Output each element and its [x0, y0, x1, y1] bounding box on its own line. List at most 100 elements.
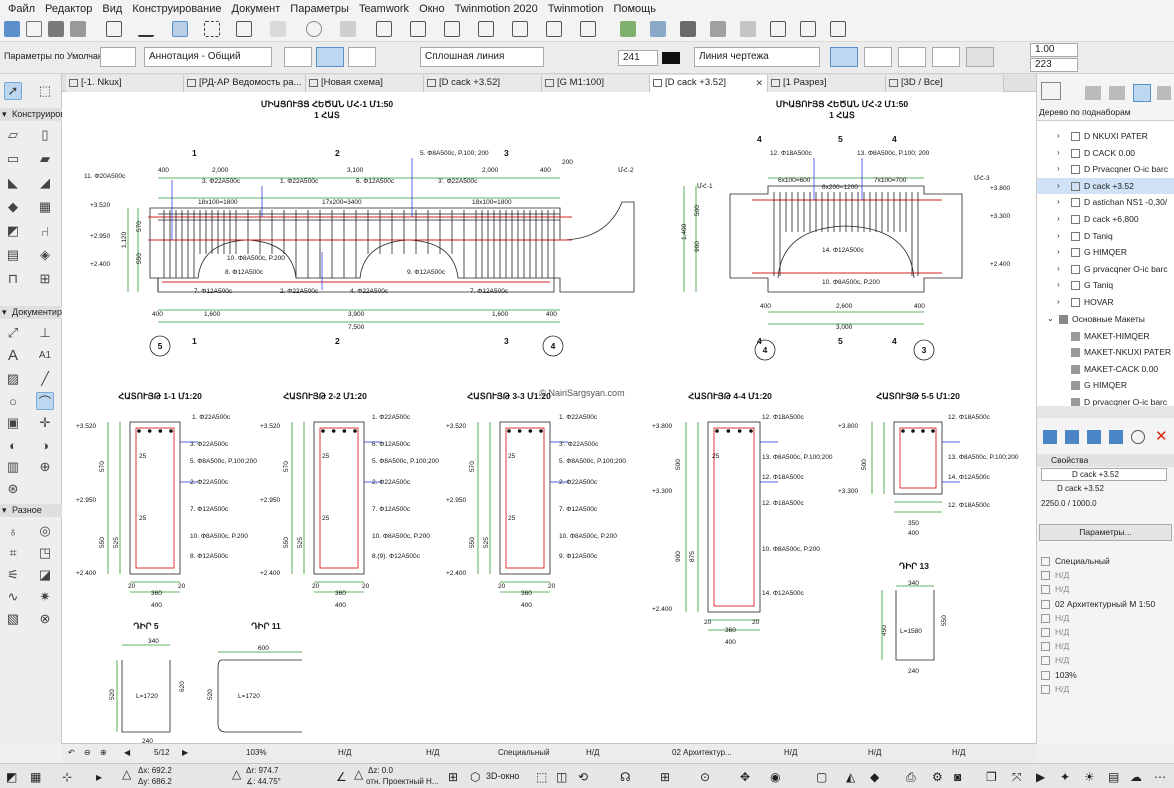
pen-set-status[interactable]: Н/Д: [586, 748, 599, 757]
compass-icon[interactable]: ✦: [1060, 770, 1070, 784]
surface-icon[interactable]: ◭: [846, 770, 855, 784]
3d-view-icon[interactable]: [620, 21, 636, 37]
geometry-method-3[interactable]: [348, 47, 376, 67]
param-row[interactable]: Специальный: [1037, 554, 1174, 568]
tab-schedule[interactable]: [РД-АР Ведомость ра...: [184, 75, 306, 92]
nav-item[interactable]: › D CACK 0.00: [1037, 145, 1174, 161]
pen-field[interactable]: 241: [618, 50, 658, 66]
nav-item[interactable]: › G Taniq: [1037, 277, 1174, 293]
arrow-head-selector[interactable]: [966, 47, 994, 67]
plan-icon[interactable]: [650, 21, 666, 37]
dimension-tool-icon[interactable]: ⤢: [4, 324, 22, 342]
bookmark-icon[interactable]: ❐: [986, 770, 997, 784]
line-tool-icon[interactable]: ╱: [36, 370, 54, 388]
3d-window-button[interactable]: 3D-окно: [486, 771, 519, 781]
grid-icon[interactable]: ⊞: [448, 770, 458, 784]
slab-tool-icon[interactable]: ▰: [36, 150, 54, 168]
gravity-icon[interactable]: [106, 21, 122, 37]
nav-item[interactable]: › D Taniq: [1037, 228, 1174, 244]
pen-color-swatch[interactable]: [662, 52, 680, 64]
coord-ar[interactable]: Δr: 974.7: [246, 766, 278, 775]
next-page-icon[interactable]: ▶: [182, 748, 188, 757]
coord-angle[interactable]: ∡: 44.75°: [246, 777, 281, 786]
edit-plane-icon[interactable]: [138, 21, 154, 37]
fit-icon[interactable]: ⤧: [1012, 770, 1022, 785]
door-tool-icon[interactable]: ⊓: [4, 270, 22, 288]
arrow-mode-4[interactable]: [932, 47, 960, 67]
rotate-icon[interactable]: [512, 21, 528, 37]
dimension-status[interactable]: Н/Д: [952, 748, 965, 757]
align-icon[interactable]: [546, 21, 562, 37]
fill-tool-icon[interactable]: ▨: [4, 370, 22, 388]
camera-icon[interactable]: ◙: [954, 770, 961, 784]
nav-layout[interactable]: MAKET-HIMQER: [1037, 328, 1174, 344]
tab-new-scheme[interactable]: [Новая схема]: [306, 75, 424, 92]
layer-icon[interactable]: [172, 21, 188, 37]
hotspot-tool-icon[interactable]: ✛: [36, 414, 54, 432]
video-icon[interactable]: ▶: [1036, 770, 1045, 784]
grid-snap-icon[interactable]: [204, 21, 220, 37]
param-row[interactable]: Н/Д: [1037, 582, 1174, 596]
tab-section-1[interactable]: [1 Разрез]: [768, 75, 886, 92]
menu-edit[interactable]: Редактор: [40, 3, 97, 15]
shell-tool-icon[interactable]: ◢: [36, 174, 54, 192]
nav-item[interactable]: › G HIMQER: [1037, 244, 1174, 260]
wall-tool-icon[interactable]: ▱: [4, 126, 22, 144]
layout-book-icon[interactable]: [1109, 86, 1125, 100]
menu-file[interactable]: Файл: [3, 3, 40, 15]
section-tool-icon[interactable]: ◐: [4, 436, 22, 454]
param-row[interactable]: 02 Архитектурный М 1:50: [1037, 597, 1174, 611]
menu-help[interactable]: Помощь: [608, 3, 661, 15]
print-icon[interactable]: ⎙: [906, 770, 916, 785]
tools-icon[interactable]: ⚙: [932, 770, 943, 784]
elevation-icon[interactable]: [710, 21, 726, 37]
scale-status[interactable]: Н/Д: [426, 748, 439, 757]
param-row[interactable]: Н/Д: [1037, 639, 1174, 653]
nav-item[interactable]: › D NKUXI PATER: [1037, 128, 1174, 144]
mesh-tool-icon[interactable]: ◈: [36, 246, 54, 264]
morph-tool-icon[interactable]: ◆: [4, 198, 22, 216]
view-name-field[interactable]: D cack +3.52: [1041, 468, 1167, 481]
param-row[interactable]: Н/Д: [1037, 653, 1174, 667]
label-tool-icon[interactable]: A1: [36, 346, 54, 364]
section-document[interactable]: Документиро: [0, 306, 62, 319]
param-row[interactable]: Н/Д: [1037, 568, 1174, 582]
renovation-status[interactable]: Н/Д: [868, 748, 881, 757]
category-field[interactable]: Линия чертежа: [694, 47, 820, 67]
geometry-method-2[interactable]: [316, 47, 344, 67]
arrow-mode-1[interactable]: [830, 47, 858, 67]
tab-d-cack-active[interactable]: [D cack +3.52] ✕: [650, 75, 768, 92]
undo-icon[interactable]: ↶: [68, 748, 75, 757]
tree-scrollbar[interactable]: [1037, 406, 1174, 418]
stair-tool-icon[interactable]: ◩: [4, 222, 22, 240]
prev-page-icon[interactable]: ◀: [124, 748, 130, 757]
offset-icon[interactable]: [444, 21, 460, 37]
railing-tool-icon[interactable]: ⌗: [4, 544, 22, 562]
menu-design[interactable]: Конструирование: [127, 3, 226, 15]
scale-field-b[interactable]: 223: [1030, 58, 1078, 72]
lock-icon[interactable]: [306, 21, 322, 37]
coord-dy[interactable]: Δy: 686.2: [138, 777, 172, 786]
render-icon[interactable]: [770, 21, 786, 37]
nav-layout[interactable]: MAKET-CACK 0.00: [1037, 361, 1174, 377]
scale-field-a[interactable]: 1.00: [1030, 43, 1078, 57]
orbit-icon[interactable]: ⊙: [700, 770, 710, 784]
circle-tool-icon[interactable]: ○: [4, 392, 22, 410]
project-map-icon[interactable]: [1041, 82, 1061, 100]
layout-icon[interactable]: [740, 21, 756, 37]
publisher-icon[interactable]: [1133, 84, 1151, 102]
zone-tool-icon[interactable]: ▤: [4, 246, 22, 264]
drawing-canvas[interactable]: ՄԻԱՑՈՒՅՑ ՀԵԾԱՆ ՄՀ-1 Մ1:50 1 ՀԱՏ 400 2,00…: [62, 92, 1036, 743]
marquee-tool-icon[interactable]: ⬚: [36, 82, 54, 100]
override-status[interactable]: Н/Д: [784, 748, 797, 757]
figure-tool-icon[interactable]: ▧: [4, 610, 22, 628]
render-icon[interactable]: ◉: [770, 770, 780, 784]
section-box-icon[interactable]: ▢: [816, 770, 827, 784]
tab-g-m1[interactable]: [G M1:100]: [542, 75, 650, 92]
pan-icon[interactable]: ✥: [740, 770, 750, 784]
more-icon[interactable]: ⋯: [1154, 770, 1166, 784]
close-tab-icon[interactable]: ✕: [755, 75, 763, 91]
pointer-icon[interactable]: [4, 21, 20, 37]
reference-level[interactable]: отн. Проектный Н...: [366, 777, 438, 786]
param-row[interactable]: Н/Д: [1037, 625, 1174, 639]
